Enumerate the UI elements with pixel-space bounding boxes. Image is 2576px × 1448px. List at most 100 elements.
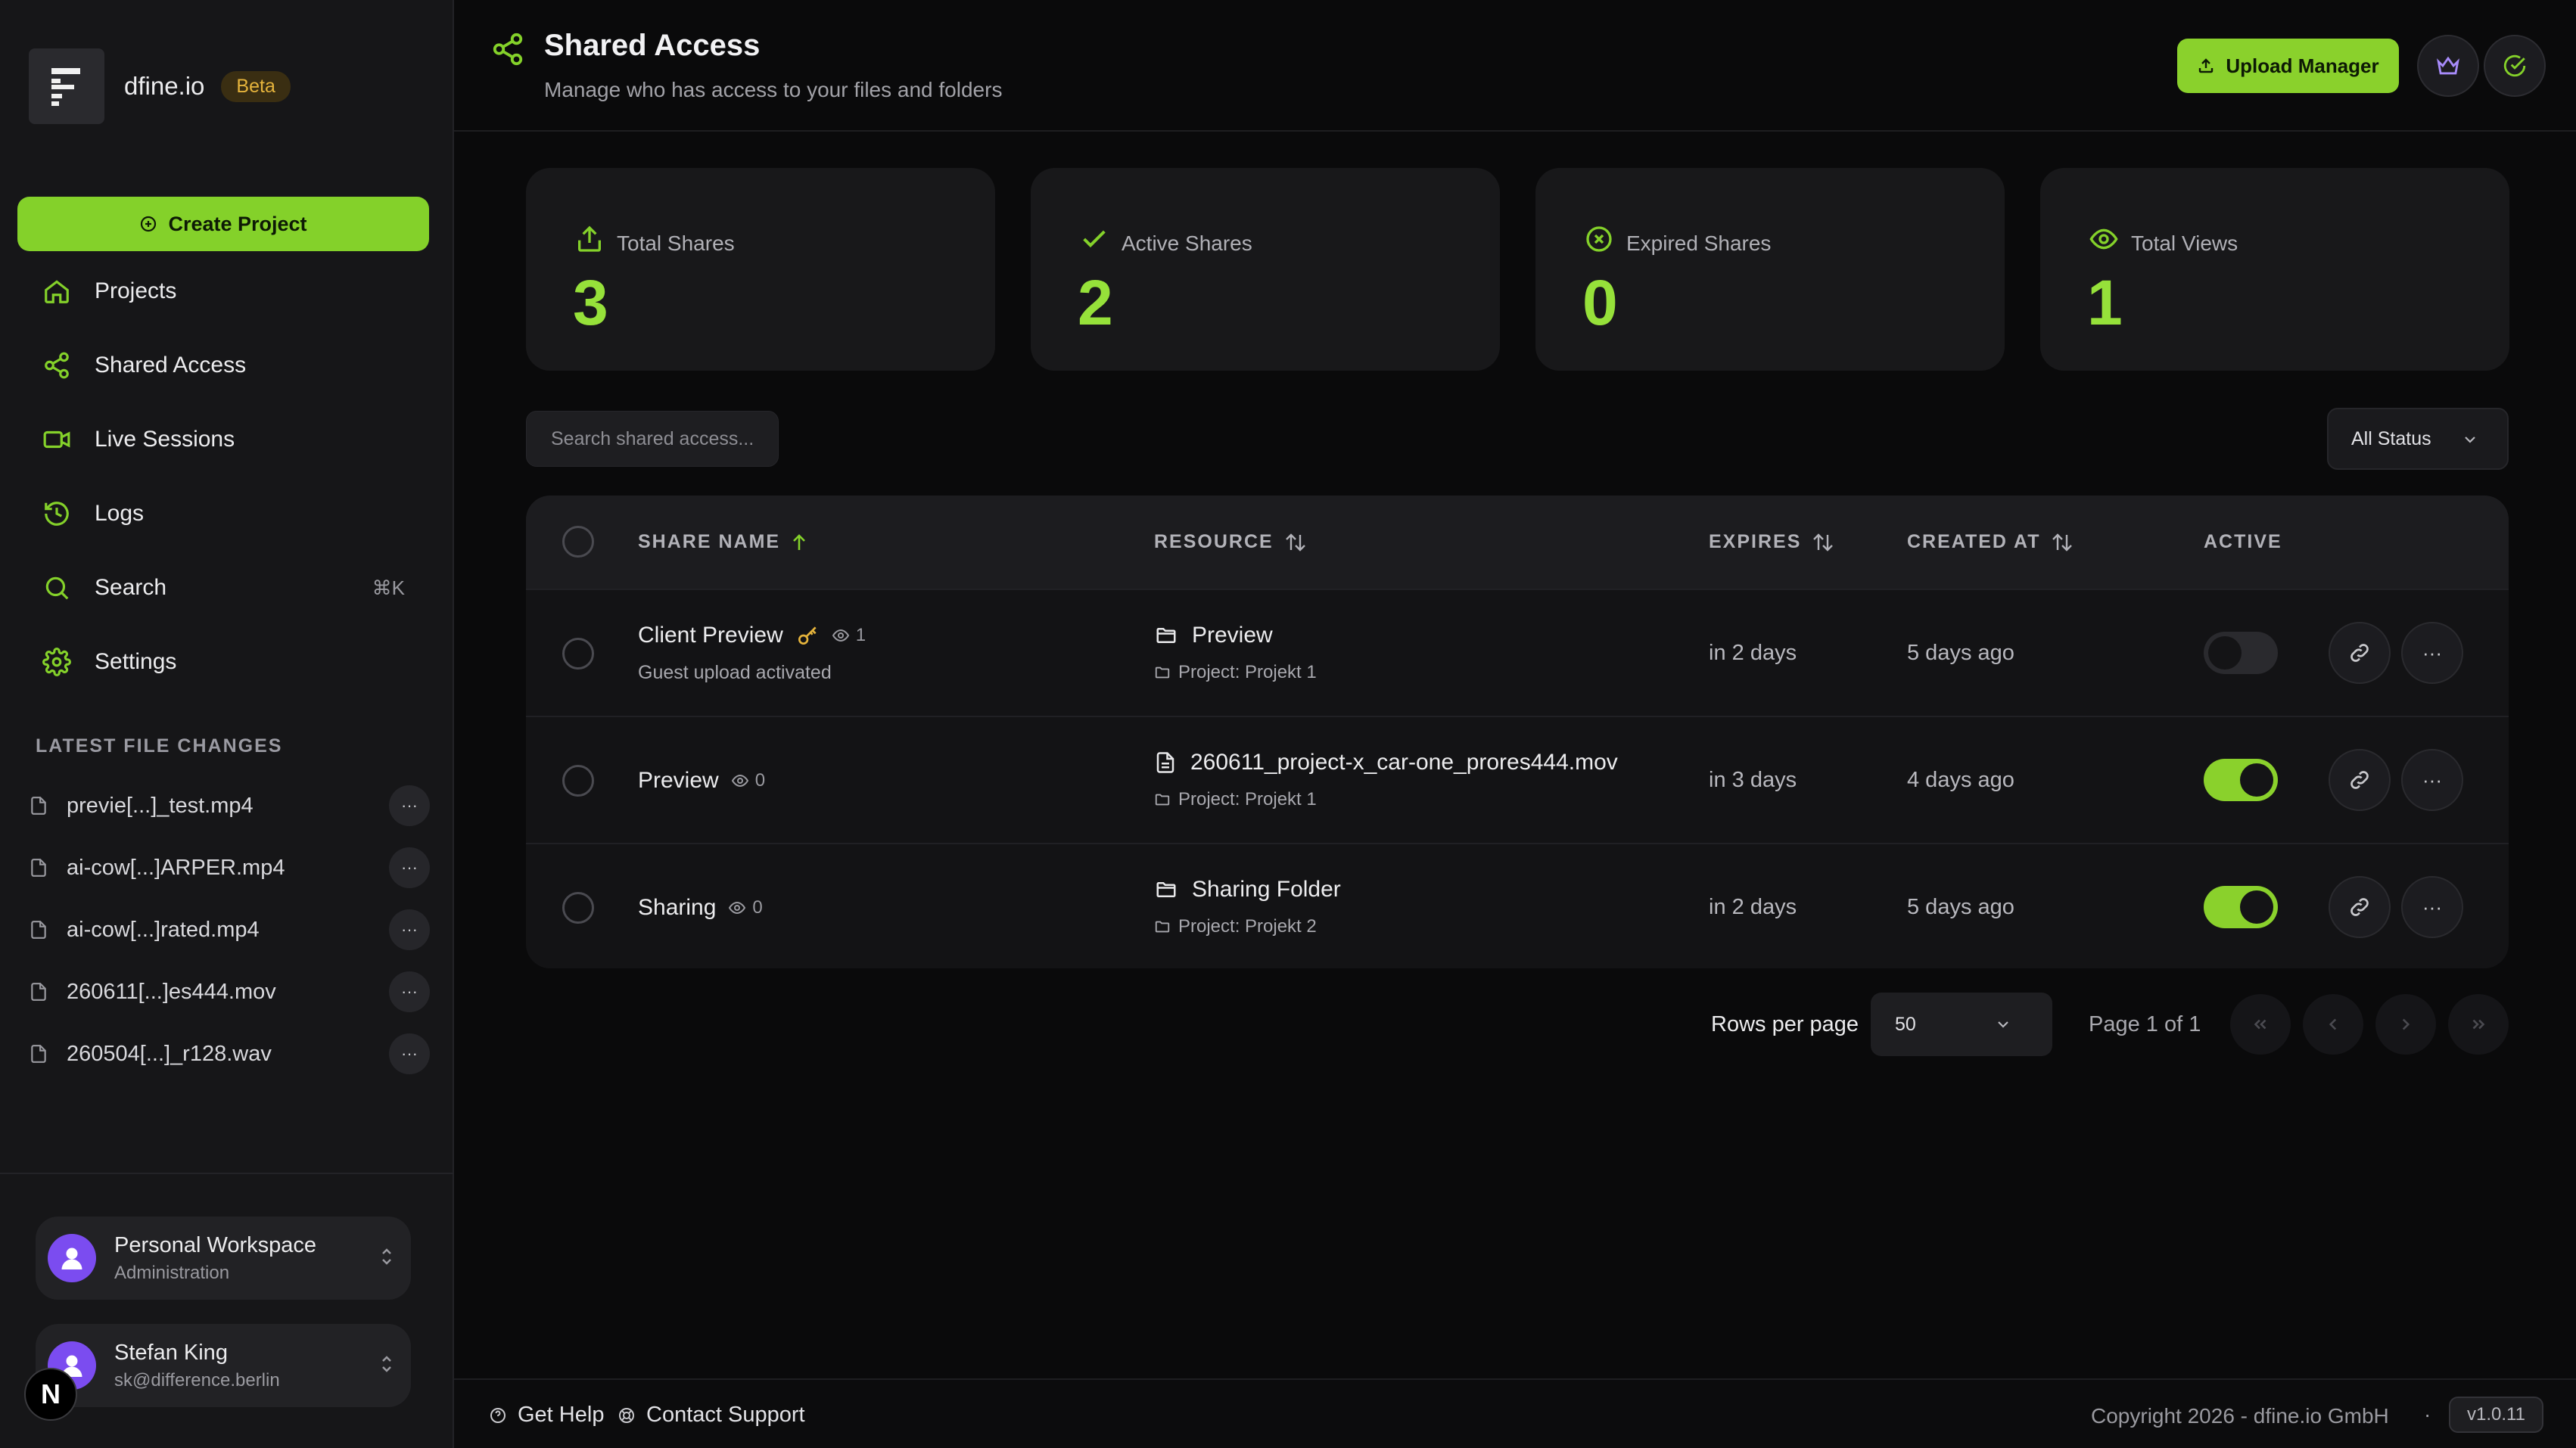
previous-page-button[interactable] <box>2303 994 2363 1055</box>
search-shortcut: ⌘K <box>372 576 405 599</box>
table-row[interactable]: Preview 0 260611_project-x_car-one_prore… <box>526 716 2509 843</box>
file-item[interactable]: 260504[...]_r128.wav ··· <box>29 1023 430 1085</box>
column-resource[interactable]: RESOURCE <box>1154 531 1307 553</box>
share-name: Sharing 0 <box>638 895 763 921</box>
file-icon <box>29 918 51 941</box>
copy-link-button[interactable] <box>2329 749 2391 811</box>
chevron-up-down-icon <box>382 1248 391 1265</box>
column-expires[interactable]: EXPIRES <box>1709 531 1834 553</box>
select-all-checkbox[interactable] <box>562 526 594 558</box>
file-item[interactable]: 260611[...]es444.mov ··· <box>29 961 430 1023</box>
expires-value: in 2 days <box>1709 641 1797 665</box>
file-item[interactable]: ai-cow[...]ARPER.mp4 ··· <box>29 837 430 899</box>
avatar <box>48 1234 96 1282</box>
brand-name: dfine.io <box>124 72 205 100</box>
upload-icon <box>578 225 601 252</box>
workspace-switcher[interactable]: Personal Workspace Administration <box>36 1217 411 1300</box>
row-checkbox[interactable] <box>562 638 594 670</box>
home-icon <box>42 276 72 306</box>
created-value: 5 days ago <box>1907 895 2014 919</box>
video-icon <box>42 424 72 455</box>
active-toggle[interactable] <box>2204 886 2278 928</box>
get-help-link[interactable]: Get Help <box>489 1403 604 1428</box>
share-name-text: Client Preview <box>638 623 783 648</box>
user-menu[interactable]: Stefan King sk@difference.berlin <box>36 1324 411 1407</box>
sidebar-item-logs[interactable]: Logs <box>17 477 429 551</box>
file-more-button[interactable]: ··· <box>389 1033 430 1074</box>
file-more-button[interactable]: ··· <box>389 785 430 826</box>
column-label: SHARE NAME <box>638 531 781 552</box>
sidebar-item-label: Projects <box>95 278 177 303</box>
rows-per-page-select[interactable]: 50 <box>1871 993 2052 1056</box>
file-icon <box>29 980 51 1003</box>
column-label: ACTIVE <box>2204 531 2282 552</box>
search-input[interactable] <box>526 411 779 467</box>
upload-manager-button[interactable]: Upload Manager <box>2177 39 2399 93</box>
chevron-down-icon <box>2465 437 2475 443</box>
share-icon <box>42 350 72 381</box>
file-more-button[interactable]: ··· <box>389 909 430 950</box>
share-icon <box>493 33 523 66</box>
sidebar-item-search[interactable]: Search ⌘K <box>17 551 429 625</box>
folder-icon <box>1155 667 1170 679</box>
file-item[interactable]: previe[...]_test.mp4 ··· <box>29 775 430 837</box>
column-share-name[interactable]: SHARE NAME <box>638 531 807 553</box>
upgrade-button[interactable] <box>2417 35 2479 97</box>
row-more-button[interactable]: ··· <box>2401 876 2463 938</box>
file-icon <box>1156 752 1174 773</box>
search-icon <box>42 573 72 603</box>
footer-separator: · <box>2424 1403 2431 1426</box>
row-more-button[interactable]: ··· <box>2401 622 2463 684</box>
page-title: Shared Access <box>544 29 761 62</box>
view-count: 0 <box>731 770 765 791</box>
status-button[interactable] <box>2484 35 2546 97</box>
resource-name[interactable]: 260611_project-x_car-one_prores444.mov <box>1154 750 1618 775</box>
first-page-button[interactable] <box>2230 994 2291 1055</box>
contact-support-link[interactable]: Contact Support <box>618 1403 805 1428</box>
file-name: ai-cow[...]ARPER.mp4 <box>67 855 285 880</box>
created-value: 4 days ago <box>1907 768 2014 792</box>
row-checkbox[interactable] <box>562 765 594 797</box>
expires-value: in 3 days <box>1709 768 1797 792</box>
file-more-button[interactable]: ··· <box>389 847 430 888</box>
share-name: Client Preview 1 <box>638 623 866 648</box>
resource-name[interactable]: Preview <box>1154 623 1273 648</box>
table-row[interactable]: Sharing 0 Sharing Folder Project: Projek… <box>526 843 2509 968</box>
active-toggle[interactable] <box>2204 632 2278 674</box>
row-more-button[interactable]: ··· <box>2401 749 2463 811</box>
last-page-button[interactable] <box>2448 994 2509 1055</box>
file-more-button[interactable]: ··· <box>389 971 430 1012</box>
copy-link-button[interactable] <box>2329 876 2391 938</box>
devtools-badge[interactable]: N <box>24 1368 77 1421</box>
key-icon <box>798 626 817 645</box>
rows-per-page-label: Rows per page <box>1711 1012 1859 1036</box>
column-created-at[interactable]: CREATED AT <box>1907 531 2074 553</box>
folder-icon <box>1156 882 1176 897</box>
x-circle-icon <box>1586 226 1612 252</box>
dfine-logo-icon <box>29 48 104 124</box>
footer: Get Help Contact Support Copyright 2026 … <box>454 1378 2576 1448</box>
stat-value: 3 <box>573 267 608 338</box>
file-item[interactable]: ai-cow[...]rated.mp4 ··· <box>29 899 430 961</box>
column-label: CREATED AT <box>1907 531 2041 552</box>
resource-name[interactable]: Sharing Folder <box>1154 877 1341 903</box>
table-header: SHARE NAME RESOURCE EXPIRES CREATED AT A… <box>526 496 2509 589</box>
toggle-knob <box>2240 890 2273 924</box>
copy-link-button[interactable] <box>2329 622 2391 684</box>
row-checkbox[interactable] <box>562 892 594 924</box>
sidebar-item-label: Search <box>95 575 167 600</box>
status-filter-select[interactable]: All Status <box>2327 408 2509 470</box>
sidebar-item-projects[interactable]: Projects <box>17 254 429 328</box>
create-project-button[interactable]: Create Project <box>17 197 429 251</box>
sidebar-item-settings[interactable]: Settings <box>17 625 429 699</box>
chevrons-left-icon <box>2254 1019 2266 1030</box>
page-info: Page 1 of 1 <box>2089 1012 2201 1036</box>
brand[interactable]: dfine.io Beta <box>29 48 291 124</box>
sidebar-item-shared-access[interactable]: Shared Access <box>17 328 429 402</box>
next-page-button[interactable] <box>2375 994 2436 1055</box>
sidebar-item-live-sessions[interactable]: Live Sessions <box>17 402 429 477</box>
page-header: Shared Access Manage who has access to y… <box>454 0 2576 132</box>
check-icon <box>1083 230 1106 248</box>
table-row[interactable]: Client Preview 1 Guest upload activated … <box>526 589 2509 716</box>
active-toggle[interactable] <box>2204 759 2278 801</box>
